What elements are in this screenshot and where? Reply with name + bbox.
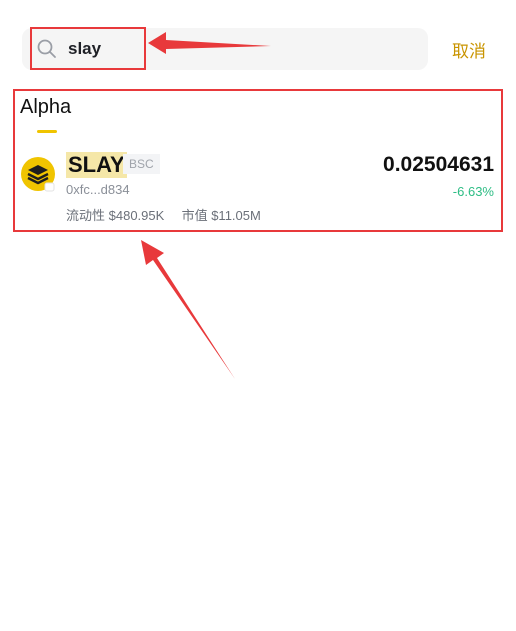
search-highlight-box bbox=[30, 27, 146, 70]
arrow-to-result bbox=[141, 240, 235, 379]
cancel-button[interactable]: 取消 bbox=[452, 37, 486, 62]
result-highlight-box bbox=[13, 89, 503, 232]
